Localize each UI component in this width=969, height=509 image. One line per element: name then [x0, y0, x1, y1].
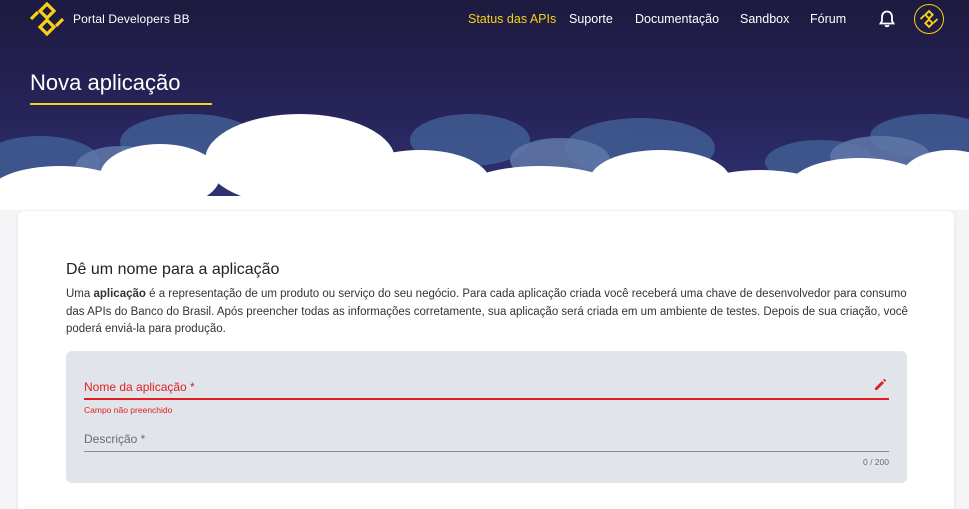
- bell-icon[interactable]: [877, 9, 897, 29]
- nav-sandbox[interactable]: Sandbox: [740, 12, 789, 26]
- nav-forum[interactable]: Fórum: [810, 12, 846, 26]
- app-name-error: Campo não preenchido: [84, 405, 173, 415]
- title-underline: [30, 103, 212, 105]
- bb-logo-icon[interactable]: [28, 1, 66, 37]
- app-name-input[interactable]: [84, 377, 869, 399]
- section-description: Uma aplicação é a representação de um pr…: [66, 286, 916, 339]
- page-title: Nova aplicação: [30, 70, 181, 95]
- nav-documentacao[interactable]: Documentação: [635, 12, 719, 26]
- description-char-counter: 0 / 200: [863, 457, 889, 467]
- top-navigation-bar: Portal Developers BB Status das APIs Sup…: [0, 0, 969, 40]
- section-title: Dê um nome para a aplicação: [66, 261, 280, 278]
- description-underline: [84, 451, 889, 452]
- app-name-underline: [84, 398, 889, 400]
- nav-status-apis[interactable]: Status das APIs: [468, 12, 556, 26]
- pencil-icon[interactable]: [873, 378, 887, 392]
- clouds-decoration: [0, 114, 969, 210]
- brand-name[interactable]: Portal Developers BB: [73, 12, 190, 26]
- desc-post: é a representação de um produto ou servi…: [66, 288, 908, 335]
- bb-avatar-icon[interactable]: [914, 4, 944, 34]
- desc-bold: aplicação: [93, 288, 146, 300]
- desc-pre: Uma: [66, 288, 94, 300]
- description-input[interactable]: [84, 429, 869, 451]
- nav-suporte[interactable]: Suporte: [569, 12, 613, 26]
- form-panel: [66, 351, 907, 483]
